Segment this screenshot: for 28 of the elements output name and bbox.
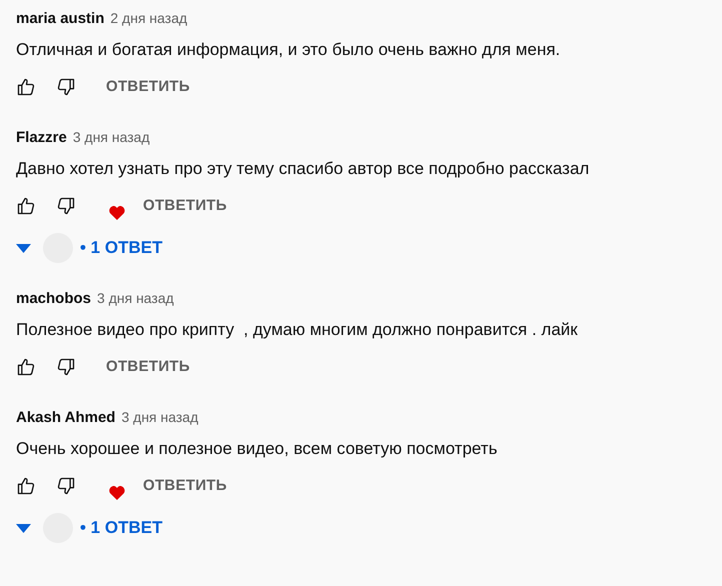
comment-time: 2 дня назад — [110, 9, 188, 28]
like-icon[interactable] — [16, 196, 36, 216]
replies-toggle[interactable]: • 1 ОТВЕТ — [80, 235, 162, 261]
dislike-icon[interactable] — [56, 196, 76, 216]
comment-time: 3 дня назад — [97, 289, 174, 308]
comment-author[interactable]: Flazzre — [16, 127, 67, 150]
dislike-icon[interactable] — [56, 357, 76, 377]
comment-text: Давно хотел узнать про эту тему спасибо автор все подробно рассказал — [16, 158, 590, 180]
like-icon[interactable] — [16, 357, 36, 377]
comment-text: Отличная и богатая информация, и это было очень важно для меня. — [16, 38, 562, 60]
comment-author[interactable]: maria austin — [16, 8, 104, 30]
comment-time: 3 дня назад — [72, 128, 150, 147]
dislike-icon[interactable] — [56, 476, 76, 496]
comment-text: Полезное видео про крипту , думаю многим должно понравится . лайк — [16, 318, 579, 340]
like-icon[interactable] — [16, 476, 36, 496]
reply-button[interactable]: ОТВЕТИТЬ — [143, 194, 227, 218]
like-icon[interactable] — [16, 77, 36, 97]
reply-button[interactable]: ОТВЕТИТЬ — [106, 76, 190, 98]
caret-icon[interactable] — [16, 524, 31, 532]
comment-author[interactable]: Akash Ahmed — [16, 407, 116, 430]
dislike-icon[interactable] — [56, 77, 76, 97]
reply-button[interactable]: ОТВЕТИТЬ — [143, 474, 227, 498]
reply-button[interactable]: ОТВЕТИТЬ — [106, 356, 190, 378]
comment-author[interactable]: machobos — [16, 288, 92, 310]
comment-text: Очень хорошее и полезное видео, всем советую посмотреть — [16, 438, 498, 460]
comment-time: 3 дня назад — [121, 408, 198, 427]
caret-icon[interactable] — [16, 244, 31, 252]
replies-toggle[interactable]: • 1 ОТВЕТ — [80, 515, 162, 541]
